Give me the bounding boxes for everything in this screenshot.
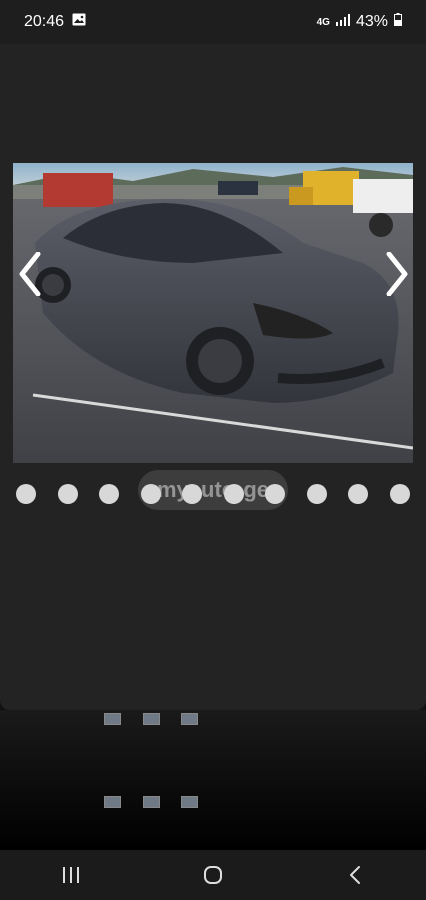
back-icon (350, 866, 360, 884)
navigation-bar (0, 850, 426, 900)
chevron-left-icon (19, 252, 41, 296)
photo-viewer: myauto .ge (0, 44, 426, 710)
battery-icon (394, 13, 402, 31)
thumbnail-row (104, 796, 198, 810)
thumbnail[interactable] (181, 713, 198, 725)
status-bar: 20:46 4G 43% (0, 0, 426, 44)
thumbnail[interactable] (142, 796, 160, 808)
gallery-icon (72, 13, 86, 31)
pagination-dots (16, 484, 410, 506)
thumbnail[interactable] (104, 796, 121, 808)
pagination-dot[interactable] (223, 484, 244, 504)
thumbnail[interactable] (181, 796, 198, 808)
back-button[interactable] (325, 855, 385, 895)
car-photo[interactable] (13, 163, 413, 463)
home-icon (204, 866, 222, 884)
pagination-dot[interactable] (348, 484, 369, 504)
pagination-dot[interactable] (389, 484, 410, 504)
network-icon: 4G (316, 16, 330, 28)
home-button[interactable] (183, 855, 243, 895)
recents-button[interactable] (41, 855, 101, 895)
clock: 20:46 (24, 13, 65, 30)
status-left: 20:46 (24, 13, 86, 31)
signal-icon (335, 13, 350, 31)
prev-photo-button[interactable] (12, 239, 48, 309)
thumbnail-row (104, 713, 198, 727)
status-right: 4G 43% (317, 13, 402, 31)
pagination-dot[interactable] (140, 484, 161, 504)
pagination-dot[interactable] (57, 484, 78, 504)
pagination-dot[interactable] (182, 484, 203, 504)
recents-icon (63, 867, 79, 883)
pagination-dot[interactable] (99, 484, 120, 504)
chevron-right-icon (386, 252, 408, 296)
pagination-dot[interactable] (265, 484, 286, 504)
thumbnail-strip (0, 710, 426, 850)
thumbnail[interactable] (142, 713, 160, 725)
battery-percent: 43% (355, 13, 388, 30)
pagination-dot[interactable] (306, 484, 327, 504)
thumbnail[interactable] (104, 713, 121, 725)
next-photo-button[interactable] (379, 239, 415, 309)
pagination-dot[interactable] (16, 484, 36, 504)
